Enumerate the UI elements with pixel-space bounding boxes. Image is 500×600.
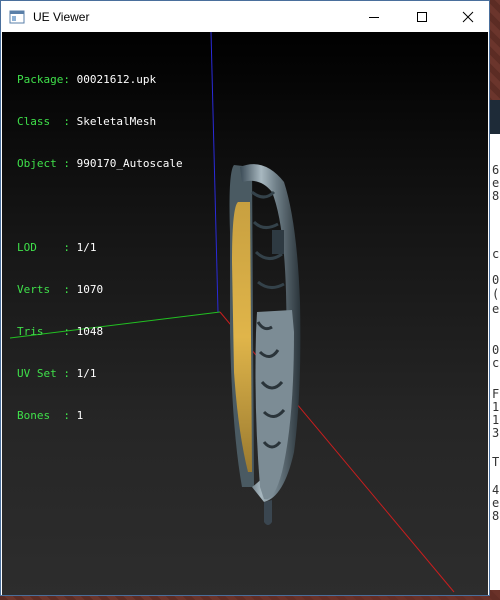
background-char: ( — [492, 287, 500, 301]
window-title: UE Viewer — [33, 9, 90, 24]
info-row-tris: Tris : 1048 — [17, 325, 183, 339]
3d-viewport[interactable]: Package: 00021612.upk Class : SkeletalMe… — [2, 32, 488, 595]
info-value: SkeletalMesh — [76, 115, 157, 128]
info-value: 1070 — [76, 283, 104, 296]
mesh-model — [229, 164, 301, 525]
info-separator: : — [63, 241, 77, 254]
maximize-icon — [417, 11, 427, 22]
info-row-lod: LOD : 1/1 — [17, 241, 183, 255]
info-label: Tris — [17, 325, 64, 338]
info-label: Package — [17, 73, 64, 86]
info-row-class: Class : SkeletalMesh — [17, 115, 183, 129]
info-row-package: Package: 00021612.upk — [17, 73, 183, 87]
maximize-button[interactable] — [399, 1, 445, 32]
background-char: 8 — [492, 189, 500, 203]
info-separator: : — [63, 367, 77, 380]
info-separator: : — [63, 283, 77, 296]
info-row-uvset: UV Set : 1/1 — [17, 367, 183, 381]
x-axis-line — [219, 311, 455, 593]
info-value: 1048 — [76, 325, 104, 338]
mesh-info-overlay: Package: 00021612.upk Class : SkeletalMe… — [17, 45, 183, 451]
info-label: UV Set — [17, 367, 64, 380]
info-separator: : — [63, 73, 77, 86]
info-label: LOD — [17, 241, 64, 254]
info-value: 1/1 — [76, 367, 97, 380]
info-row-bones: Bones : 1 — [17, 409, 183, 423]
info-separator: : — [63, 115, 77, 128]
minimize-button[interactable] — [351, 1, 397, 32]
background-char: c — [492, 247, 500, 261]
info-value: 1 — [76, 409, 84, 422]
background-char: 0 — [492, 273, 500, 287]
background-char: 8 — [492, 509, 500, 523]
info-row-object: Object : 990170_Autoscale — [17, 157, 183, 171]
info-label: Bones — [17, 409, 64, 422]
close-icon — [462, 11, 474, 22]
background-char: c — [492, 356, 500, 370]
background-char: 3 — [492, 426, 500, 440]
background-char: T — [492, 455, 500, 469]
info-row-verts: Verts : 1070 — [17, 283, 183, 297]
info-value: 00021612.upk — [76, 73, 157, 86]
title-bar[interactable]: UE Viewer — [1, 1, 489, 32]
ue-viewer-window[interactable]: UE Viewer Package: 00021612.upk Class: … — [0, 0, 490, 596]
info-value: 990170_Autoscale — [76, 157, 183, 170]
info-separator: : — [63, 409, 77, 422]
info-separator: : — [63, 325, 77, 338]
info-label: Object — [17, 157, 64, 170]
z-axis-line — [210, 32, 219, 313]
info-label: Class — [17, 115, 64, 128]
background-char: e — [492, 302, 500, 316]
info-separator: : — [63, 157, 77, 170]
close-button[interactable] — [445, 1, 491, 32]
info-value: 1/1 — [76, 241, 97, 254]
minimize-icon — [369, 16, 379, 18]
info-label: Verts — [17, 283, 64, 296]
app-window-icon — [9, 10, 25, 23]
